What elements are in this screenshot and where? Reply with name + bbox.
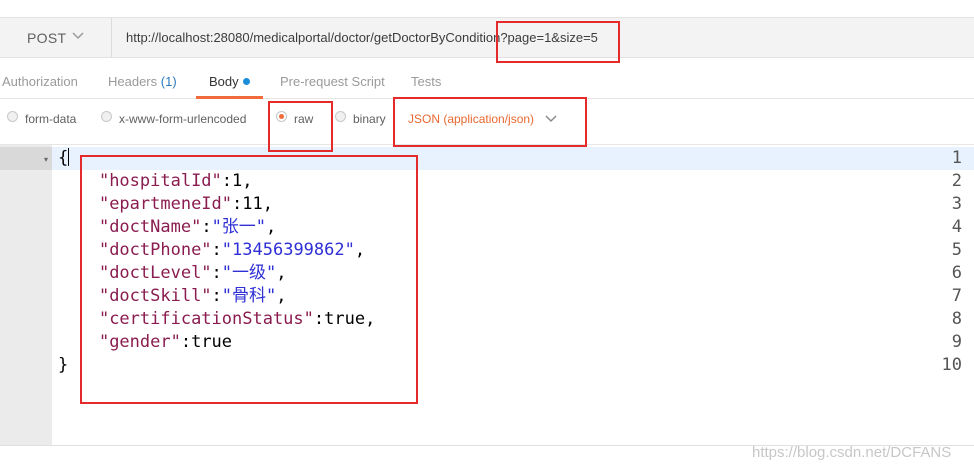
line-number-gutter	[0, 145, 52, 445]
urlencoded-label[interactable]: x-www-form-urlencoded	[119, 112, 246, 126]
line-number: 2	[951, 171, 962, 191]
line-number: 8	[951, 309, 962, 329]
tab-body[interactable]: Body	[209, 74, 250, 89]
tab-headers-label: Headers	[108, 74, 158, 89]
body-modified-dot-icon	[242, 78, 250, 85]
line-number: 5	[951, 240, 962, 260]
json-punctuation: }	[58, 355, 69, 375]
fold-arrow-icon[interactable]: ▾	[44, 155, 48, 164]
tab-body-label: Body	[209, 74, 239, 89]
headers-count-badge: (1)	[160, 74, 177, 89]
line-number: 4	[951, 217, 962, 237]
line-number: 1	[951, 148, 962, 168]
binary-label[interactable]: binary	[353, 112, 386, 126]
request-tabs: Authorization Headers (1) Body Pre-reque…	[0, 59, 974, 99]
binary-radio[interactable]	[335, 111, 346, 122]
code-line[interactable]: }	[58, 354, 68, 377]
method-dropdown[interactable]: POST	[0, 18, 112, 57]
tab-authorization[interactable]: Authorization	[2, 74, 78, 89]
annotation-box-raw	[268, 101, 333, 152]
tab-headers[interactable]: Headers (1)	[108, 74, 177, 89]
form-data-label[interactable]: form-data	[25, 112, 76, 126]
line-number: 9	[951, 332, 962, 352]
json-punctuation: {	[58, 148, 69, 168]
annotation-box-content-type	[393, 97, 587, 147]
request-url-bar: POST http://localhost:28080/medicalporta…	[0, 17, 974, 58]
line-number: 3	[951, 194, 962, 214]
tab-pre-request-script[interactable]: Pre-request Script	[280, 74, 385, 89]
tab-tests[interactable]: Tests	[411, 74, 441, 89]
text-cursor	[68, 148, 70, 166]
line-number: 10	[941, 355, 962, 375]
line-number: 6	[951, 263, 962, 283]
watermark: https://blog.csdn.net/DCFANS	[752, 444, 952, 461]
form-data-radio[interactable]	[7, 111, 18, 122]
chevron-down-icon	[72, 32, 84, 40]
urlencoded-radio[interactable]	[101, 111, 112, 122]
annotation-box-json-body	[80, 155, 418, 404]
method-label: POST	[27, 30, 67, 46]
code-line[interactable]: {	[58, 147, 70, 170]
line-number: 7	[951, 286, 962, 306]
annotation-box-query-params	[496, 21, 620, 63]
